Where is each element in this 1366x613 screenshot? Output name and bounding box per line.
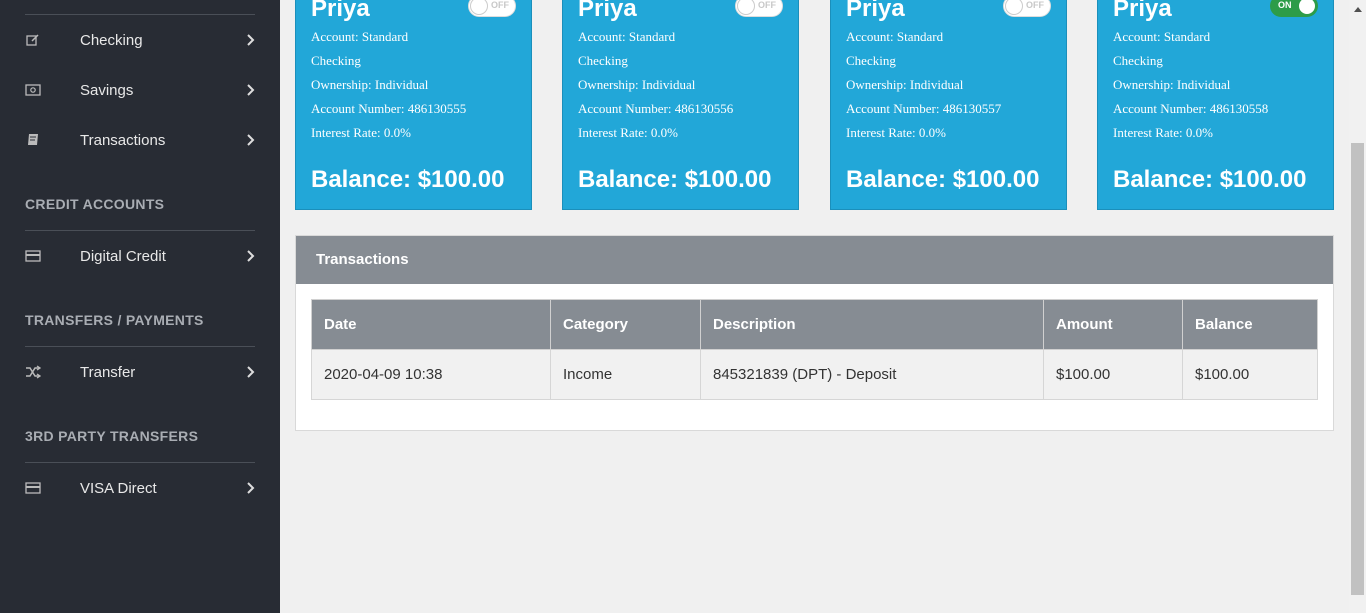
sidebar-item-label: Transactions — [80, 131, 166, 149]
money-icon — [25, 82, 41, 98]
divider — [25, 462, 255, 463]
account-ownership: Ownership: Individual — [311, 77, 429, 92]
cell-amount: $100.00 — [1043, 349, 1183, 400]
column-header-amount[interactable]: Amount — [1043, 299, 1183, 350]
sidebar-item-checking[interactable]: Checking — [0, 20, 280, 60]
credit-card-icon — [25, 480, 41, 496]
account-number: Account Number: 486130555 — [311, 101, 467, 116]
chevron-right-icon — [245, 480, 257, 496]
sidebar-item-label: Checking — [80, 31, 143, 49]
account-card: Priya ON Account: Standard Checking Owne… — [1097, 0, 1334, 210]
account-subtype: Checking — [1113, 53, 1163, 68]
chevron-right-icon — [245, 32, 257, 48]
account-card: Priya OFF Account: Standard Checking Own… — [562, 0, 799, 210]
sidebar-item-digital-credit[interactable]: Digital Credit — [0, 236, 280, 276]
interest-rate: Interest Rate: 0.0% — [846, 125, 946, 140]
account-balance: Balance: $100.00 — [1113, 166, 1307, 193]
toggle-state: OFF — [1026, 0, 1044, 10]
section-heading-credit: CREDIT ACCOUNTS — [25, 196, 165, 212]
account-balance: Balance: $100.00 — [846, 166, 1040, 193]
account-subtype: Checking — [578, 53, 628, 68]
account-holder-name: Priya — [846, 0, 905, 22]
cell-description: 845321839 (DPT) - Deposit — [700, 349, 1044, 400]
account-holder-name: Priya — [1113, 0, 1172, 22]
account-subtype: Checking — [311, 53, 361, 68]
edit-icon — [25, 32, 41, 48]
table-header-row: Date Category Description Amount Balance — [311, 299, 1318, 350]
scroll-up-arrow-icon[interactable] — [1349, 0, 1366, 17]
column-header-category[interactable]: Category — [550, 299, 701, 350]
sidebar-item-transfer[interactable]: Transfer — [0, 352, 280, 392]
sidebar: Checking Savings Transactions CREDIT ACC… — [0, 0, 280, 613]
shuffle-icon — [25, 364, 41, 380]
scrollbar-thumb[interactable] — [1351, 143, 1364, 595]
account-toggle[interactable]: ON — [1270, 0, 1318, 17]
sidebar-item-label: Digital Credit — [80, 247, 166, 265]
account-type: Account: Standard — [311, 29, 409, 44]
toggle-knob — [737, 0, 755, 15]
cell-category: Income — [550, 349, 701, 400]
sidebar-item-visa-direct[interactable]: VISA Direct — [0, 468, 280, 508]
account-ownership: Ownership: Individual — [1113, 77, 1231, 92]
book-icon — [25, 132, 41, 148]
toggle-knob — [1298, 0, 1316, 15]
account-balance: Balance: $100.00 — [578, 166, 772, 193]
sidebar-item-label: VISA Direct — [80, 479, 157, 497]
chevron-right-icon — [245, 248, 257, 264]
section-heading-third-party: 3RD PARTY TRANSFERS — [25, 428, 199, 444]
column-header-date[interactable]: Date — [311, 299, 551, 350]
account-type: Account: Standard — [846, 29, 944, 44]
transactions-table: Date Category Description Amount Balance… — [311, 299, 1318, 400]
account-number: Account Number: 486130556 — [578, 101, 734, 116]
column-header-description[interactable]: Description — [700, 299, 1044, 350]
divider — [25, 230, 255, 231]
account-toggle[interactable]: OFF — [735, 0, 783, 17]
account-toggle[interactable]: OFF — [468, 0, 516, 17]
account-number: Account Number: 486130558 — [1113, 101, 1269, 116]
interest-rate: Interest Rate: 0.0% — [311, 125, 411, 140]
chevron-right-icon — [245, 82, 257, 98]
account-number: Account Number: 486130557 — [846, 101, 1002, 116]
sidebar-item-transactions[interactable]: Transactions — [0, 120, 280, 160]
cell-date: 2020-04-09 10:38 — [311, 349, 551, 400]
account-ownership: Ownership: Individual — [846, 77, 964, 92]
account-card: Priya OFF Account: Standard Checking Own… — [295, 0, 532, 210]
account-balance: Balance: $100.00 — [311, 166, 505, 193]
transactions-panel: Transactions Date Category Description A… — [295, 235, 1334, 431]
chevron-right-icon — [245, 132, 257, 148]
sidebar-item-label: Savings — [80, 81, 134, 99]
sidebar-item-label: Transfer — [80, 363, 136, 381]
interest-rate: Interest Rate: 0.0% — [1113, 125, 1213, 140]
toggle-knob — [1005, 0, 1023, 15]
toggle-state: ON — [1278, 0, 1292, 10]
account-holder-name: Priya — [311, 0, 370, 22]
toggle-state: OFF — [758, 0, 776, 10]
account-type: Account: Standard — [1113, 29, 1211, 44]
interest-rate: Interest Rate: 0.0% — [578, 125, 678, 140]
section-heading-transfers: TRANSFERS / PAYMENTS — [25, 312, 204, 328]
account-holder-name: Priya — [578, 0, 637, 22]
vertical-scrollbar[interactable] — [1349, 0, 1366, 613]
divider — [25, 14, 255, 15]
table-row[interactable]: 2020-04-09 10:38 Income 845321839 (DPT) … — [311, 349, 1318, 400]
account-type: Account: Standard — [578, 29, 676, 44]
account-ownership: Ownership: Individual — [578, 77, 696, 92]
sidebar-item-savings[interactable]: Savings — [0, 70, 280, 110]
toggle-knob — [470, 0, 488, 15]
account-subtype: Checking — [846, 53, 896, 68]
divider — [25, 346, 255, 347]
account-toggle[interactable]: OFF — [1003, 0, 1051, 17]
chevron-right-icon — [245, 364, 257, 380]
toggle-state: OFF — [491, 0, 509, 10]
cell-balance: $100.00 — [1182, 349, 1318, 400]
column-header-balance[interactable]: Balance — [1182, 299, 1318, 350]
account-card: Priya OFF Account: Standard Checking Own… — [830, 0, 1067, 210]
credit-card-icon — [25, 248, 41, 264]
panel-title: Transactions — [296, 236, 1333, 284]
